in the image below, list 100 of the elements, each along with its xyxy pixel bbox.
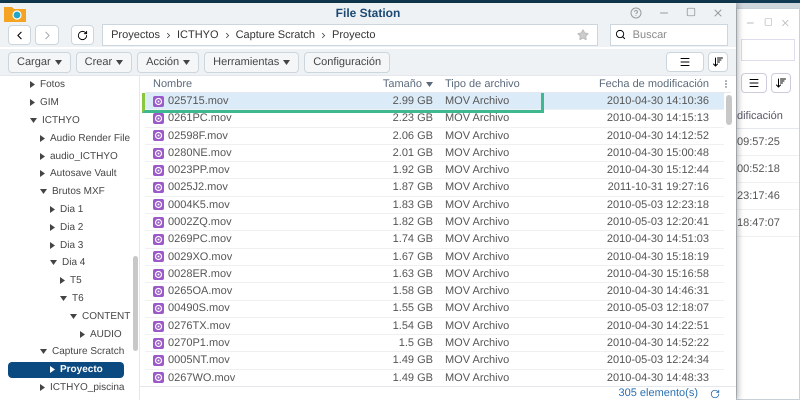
caret-down-icon (50, 260, 57, 266)
tree-item[interactable]: T5 (8, 272, 86, 289)
search-field[interactable]: Buscar (610, 24, 728, 46)
path-label[interactable]: Proyectos (111, 26, 160, 44)
toolbar-button[interactable]: Crear (76, 52, 132, 72)
tree-item[interactable]: Capture Scratch (8, 344, 128, 360)
refresh-button[interactable] (70, 25, 94, 45)
file-row[interactable]: 0029XO.mov 1.67 GB MOV Archivo 2010-04-30 15:18:19 (145, 248, 724, 266)
file-type: MOV Archivo (444, 301, 510, 316)
tree-item[interactable]: GIM (8, 94, 63, 111)
file-row[interactable]: 0004K5.mov 1.83 GB MOV Archivo 2010-05-03 12:23:18 (145, 196, 724, 214)
toolbar-button[interactable]: Configuración (304, 52, 390, 72)
sort-button[interactable] (708, 52, 728, 72)
caret-down-icon (40, 349, 47, 354)
tree-item[interactable]: CONTENT (8, 308, 134, 324)
folder-search-icon (4, 4, 26, 22)
tree-item[interactable]: Brutos MXF (8, 184, 109, 200)
modified-date: 2011-10-31 19:27:16 (606, 180, 710, 196)
modified-date: 2010-04-30 15:16:58 (606, 266, 710, 282)
file-row[interactable]: 0025J2.mov 1.87 GB MOV Archivo 2011-10-31 19:27:16 (145, 179, 724, 197)
file-row[interactable]: 0269PC.mov 1.74 GB MOV Archivo 2010-04-30 14:51:03 (145, 231, 724, 249)
chevron-right-icon (164, 30, 173, 40)
tree-item[interactable]: audio_ICTHYO (8, 148, 122, 164)
file-row[interactable]: 0002ZQ.mov 1.82 GB MOV Archivo 2010-05-03 12:20:41 (145, 214, 724, 232)
path-label[interactable]: Proyecto (332, 26, 376, 44)
help-icon[interactable] (630, 7, 642, 19)
table-cell-text: 23:17:46 (737, 188, 780, 204)
file-name: 0269PC.mov (168, 232, 232, 248)
back-button[interactable] (8, 25, 32, 45)
tree-item[interactable]: Audio Render File (8, 130, 134, 146)
file-row[interactable]: 0023PP.mov 1.92 GB MOV Archivo 2010-04-30 15:12:44 (145, 162, 724, 180)
file-type: MOV Archivo (444, 214, 510, 230)
refresh-icon[interactable] (710, 388, 720, 398)
scrollbar-thumb[interactable] (726, 95, 732, 125)
column-header[interactable]: Tipo de archivo (437, 76, 587, 92)
video-file-icon (153, 96, 164, 107)
file-size: 1.49 GB (392, 370, 434, 386)
caret-right-icon (30, 81, 35, 88)
file-row[interactable]: 0265OA.mov 1.58 GB MOV Archivo 2010-04-30 14:46:31 (145, 283, 724, 301)
file-type: MOV Archivo (444, 336, 510, 352)
sort-button[interactable] (771, 73, 791, 93)
toolbar-button[interactable]: Herramientas (204, 52, 300, 72)
video-file-icon (153, 112, 164, 124)
scrollbar-thumb[interactable] (133, 256, 138, 351)
list-view-button[interactable] (666, 52, 704, 72)
file-name: 0270P1.mov (168, 336, 230, 352)
file-type: MOV Archivo (444, 284, 510, 300)
tree-item[interactable]: ICTHYO_piscina (8, 379, 128, 396)
tree-item[interactable]: AUDIO (8, 326, 126, 342)
file-row[interactable]: 0276TX.mov 1.54 GB MOV Archivo 2010-04-30 14:22:51 (145, 318, 724, 336)
file-size: 1.63 GB (392, 266, 434, 282)
tree-item[interactable]: T6 (8, 290, 88, 306)
modified-date: 2010-04-30 14:22:51 (606, 318, 710, 334)
file-row[interactable]: 0270P1.mov 1.5 GB MOV Archivo 2010-04-30 14:52:22 (145, 335, 724, 352)
path-label[interactable]: ICTHYO (177, 26, 219, 44)
close-icon[interactable] (712, 7, 724, 19)
modified-date: 2010-04-30 14:10:36 (606, 94, 710, 109)
file-row[interactable]: 0005NT.mov 1.49 GB MOV Archivo 2010-05-03 12:24:34 (145, 352, 724, 370)
path-label[interactable]: Capture Scratch (236, 26, 316, 44)
maximize-icon[interactable] (686, 7, 696, 17)
favorite-icon[interactable] (576, 29, 589, 41)
video-file-icon (153, 216, 164, 228)
file-row[interactable]: 02598F.mov 2.06 GB MOV Archivo 2010-04-30 14:12:52 (145, 128, 724, 145)
modified-date: 2010-04-30 15:18:19 (606, 250, 710, 265)
modified-date: 2010-05-03 12:23:18 (606, 198, 710, 213)
tree-item[interactable]: Dia 4 (8, 254, 90, 271)
file-type: MOV Archivo (444, 370, 510, 386)
sort-icon (712, 56, 724, 68)
caret-down-icon (183, 60, 190, 64)
video-file-icon (153, 251, 164, 262)
column-header[interactable]: Tamaño (345, 76, 437, 92)
tree-item[interactable]: Dia 3 (8, 237, 88, 254)
sort-icon (775, 77, 787, 89)
file-size: 1.67 GB (392, 250, 434, 265)
video-file-icon (153, 130, 164, 142)
tree-item[interactable]: Autosave Vault (8, 166, 121, 182)
file-size: 1.74 GB (392, 232, 434, 248)
tree-item[interactable]: Dia 1 (8, 201, 88, 218)
file-type: MOV Archivo (444, 198, 510, 213)
refresh-icon (76, 30, 88, 40)
path-bar[interactable]: Proyectos ICTHYO Capture Scratch Proyecto (102, 24, 598, 46)
modified-date: 2010-04-30 14:12:52 (606, 128, 710, 144)
column-header[interactable]: Fecha de modificación (587, 76, 717, 92)
toolbar-button[interactable]: Cargar (8, 52, 71, 72)
search-field[interactable] (741, 39, 795, 61)
list-view-button[interactable] (741, 73, 767, 93)
file-row[interactable]: 025715.mov 2.99 GB MOV Archivo 2010-04-30 14:10:36 (145, 93, 724, 110)
tree-item[interactable]: ICTHYO (8, 112, 84, 128)
tree-item[interactable]: Proyecto (8, 362, 124, 378)
file-row[interactable]: 0028ER.mov 1.63 GB MOV Archivo 2010-04-30 15:16:58 (145, 266, 724, 284)
toolbar-button[interactable]: Acción (137, 52, 200, 72)
file-row[interactable]: 0261PC.mov 2.23 GB MOV Archivo 2010-04-30 14:15:13 (145, 110, 724, 128)
file-row[interactable]: 0280NE.mov 2.01 GB MOV Archivo 2010-04-30 15:00:48 (145, 144, 724, 162)
caret-down-icon (30, 118, 37, 123)
tree-item[interactable]: Fotos (8, 76, 70, 93)
column-header[interactable]: Nombre (145, 76, 345, 92)
table-cell-text: 18:47:07 (737, 216, 780, 231)
file-row[interactable]: 00490S.mov 1.55 GB MOV Archivo 2010-05-03 12:18:07 (145, 300, 724, 318)
file-type: MOV Archivo (444, 318, 510, 334)
tree-item[interactable]: Dia 2 (8, 219, 88, 236)
